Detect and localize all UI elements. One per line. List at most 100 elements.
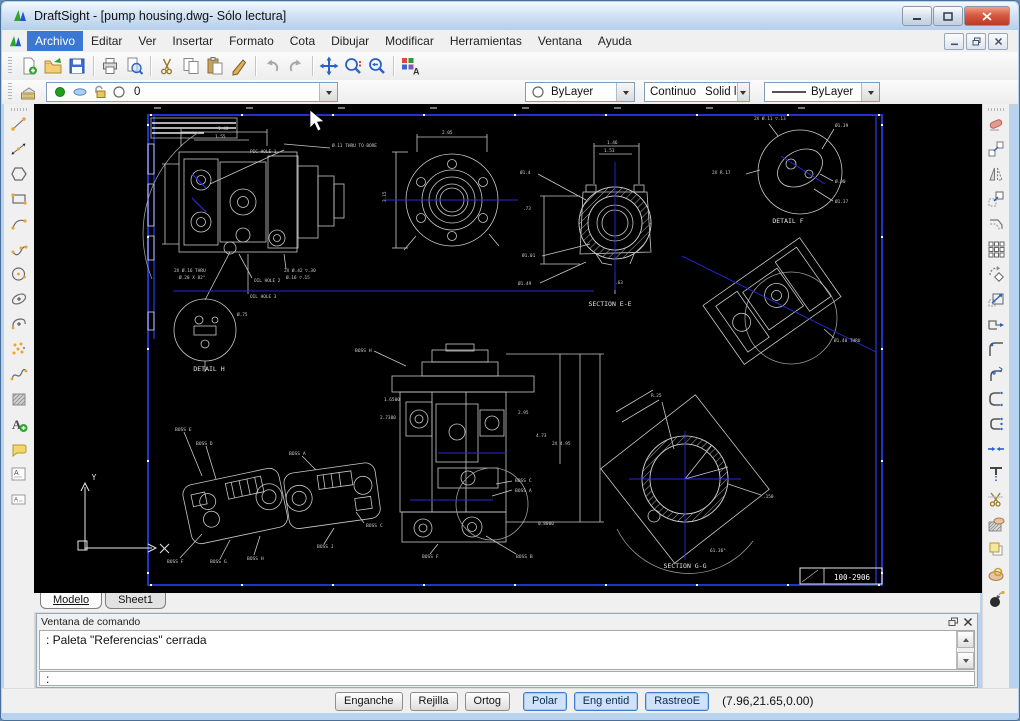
linestyle-combobox[interactable]: Continuo Solid line [644, 82, 750, 102]
copy-entity-tool[interactable] [985, 139, 1007, 159]
title-bar[interactable]: DraftSight - [pump housing.dwg- Sólo lec… [2, 2, 1018, 31]
status-enganche-button[interactable]: Enganche [335, 692, 403, 711]
extend-tool[interactable] [985, 464, 1007, 484]
menu-ventana[interactable]: Ventana [530, 31, 590, 51]
drawing-canvas[interactable]: 100-2906 SECTION E-E SECTION G-G DETAIL … [34, 104, 982, 593]
linecolor-combobox[interactable]: ByLayer [525, 82, 635, 102]
offset-tool[interactable] [985, 214, 1007, 234]
fillet-tool[interactable] [985, 339, 1007, 359]
close-panel-icon[interactable] [963, 617, 973, 627]
annotation-tool[interactable]: A [8, 489, 30, 509]
copy-duplicate-tool[interactable] [985, 539, 1007, 559]
command-window-titlebar[interactable]: Ventana de comando [37, 614, 977, 629]
tab-modelo[interactable]: Modelo [40, 593, 102, 609]
zoom-dynamic-button[interactable] [341, 54, 365, 78]
float-window-icon[interactable] [948, 617, 959, 627]
menu-dibujar[interactable]: Dibujar [323, 31, 377, 51]
split-tool[interactable] [985, 489, 1007, 509]
edit-component-tool[interactable] [985, 564, 1007, 584]
menu-cota[interactable]: Cota [282, 31, 323, 51]
arc-3point-tool[interactable] [8, 239, 30, 259]
menu-insertar[interactable]: Insertar [164, 31, 221, 51]
chamfer-tool[interactable] [985, 389, 1007, 409]
command-prompt-input[interactable]: : [39, 671, 975, 686]
minimize-button[interactable] [902, 6, 932, 26]
status-ortog-button[interactable]: Ortog [465, 692, 511, 711]
undo-button[interactable] [260, 54, 284, 78]
pan-button[interactable] [317, 54, 341, 78]
ellipse-tool[interactable] [8, 289, 30, 309]
menu-ayuda[interactable]: Ayuda [590, 31, 640, 51]
chamfer-angle-tool[interactable] [985, 414, 1007, 434]
zoom-previous-button[interactable] [365, 54, 389, 78]
command-history[interactable]: : Paleta "Referencias" cerrada [39, 630, 975, 670]
menu-formato[interactable]: Formato [221, 31, 282, 51]
line-tool[interactable] [8, 114, 30, 134]
trim-tool[interactable] [985, 439, 1007, 459]
toolbar-grip[interactable] [8, 57, 12, 75]
mdi-restore-button[interactable] [966, 33, 986, 50]
new-button[interactable] [17, 54, 41, 78]
toolbar-grip[interactable] [8, 83, 12, 101]
polygon-tool[interactable] [8, 164, 30, 184]
pattern-tool[interactable] [985, 239, 1007, 259]
redo-button[interactable] [284, 54, 308, 78]
arc-tool[interactable] [8, 214, 30, 234]
status-engentid-button[interactable]: Eng entid [574, 692, 638, 711]
lineweight-dropdown-button[interactable] [861, 83, 879, 101]
linestyle-dropdown-button[interactable] [737, 83, 749, 101]
rectangle-tool[interactable] [8, 189, 30, 209]
tab-sheet1[interactable]: Sheet1 [105, 593, 166, 609]
mdi-close-button[interactable] [988, 33, 1008, 50]
copy-button[interactable] [179, 54, 203, 78]
layer-dropdown-button[interactable] [319, 83, 337, 101]
status-polar-button[interactable]: Polar [523, 692, 567, 711]
layers-manager-button[interactable] [17, 80, 41, 104]
insert-text-tool[interactable]: A [8, 414, 30, 434]
point-multiple-tool[interactable] [8, 339, 30, 359]
toolbar-grip[interactable] [11, 108, 27, 111]
fillet-radius-tool[interactable] [985, 364, 1007, 384]
mdi-close-icon [994, 37, 1003, 46]
scale-tool[interactable] [985, 289, 1007, 309]
simple-note-tool[interactable]: A [8, 464, 30, 484]
status-rejilla-button[interactable]: Rejilla [410, 692, 458, 711]
open-button[interactable] [41, 54, 65, 78]
mdi-minimize-button[interactable] [944, 33, 964, 50]
circle-tool[interactable] [8, 264, 30, 284]
print-button[interactable] [98, 54, 122, 78]
command-scrollbar[interactable] [956, 631, 974, 669]
explode-tool[interactable] [985, 589, 1007, 609]
save-button[interactable] [65, 54, 89, 78]
delete-tool[interactable] [985, 114, 1007, 134]
rotate-tool[interactable] [985, 264, 1007, 284]
format-painter-button[interactable] [227, 54, 251, 78]
menu-editar[interactable]: Editar [83, 31, 130, 51]
move-tool[interactable] [985, 189, 1007, 209]
menu-ver[interactable]: Ver [130, 31, 164, 51]
scroll-down-button[interactable] [957, 652, 974, 669]
menu-herramientas[interactable]: Herramientas [442, 31, 530, 51]
infinite-line-tool[interactable] [8, 139, 30, 159]
spline-tool[interactable] [8, 364, 30, 384]
properties-button[interactable]: A [398, 54, 422, 78]
lineweight-combobox[interactable]: ByLayer [764, 82, 880, 102]
paste-button[interactable] [203, 54, 227, 78]
cut-button[interactable] [155, 54, 179, 78]
hatch-tool[interactable] [8, 389, 30, 409]
stretch-tool[interactable] [985, 314, 1007, 334]
menu-modificar[interactable]: Modificar [377, 31, 442, 51]
menu-archivo[interactable]: Archivo [27, 31, 83, 51]
scroll-up-button[interactable] [957, 631, 974, 648]
toolbar-grip[interactable] [988, 108, 1004, 111]
status-rastreoe-button[interactable]: RastreoE [645, 692, 709, 711]
note-tool[interactable] [8, 439, 30, 459]
maximize-button[interactable] [933, 6, 963, 26]
print-preview-button[interactable] [122, 54, 146, 78]
mirror-tool[interactable] [985, 164, 1007, 184]
edit-hatch-tool[interactable] [985, 514, 1007, 534]
layer-combobox[interactable]: 0 [46, 82, 338, 102]
close-button[interactable] [964, 6, 1010, 26]
linecolor-dropdown-button[interactable] [616, 83, 634, 101]
elliptical-arc-tool[interactable] [8, 314, 30, 334]
